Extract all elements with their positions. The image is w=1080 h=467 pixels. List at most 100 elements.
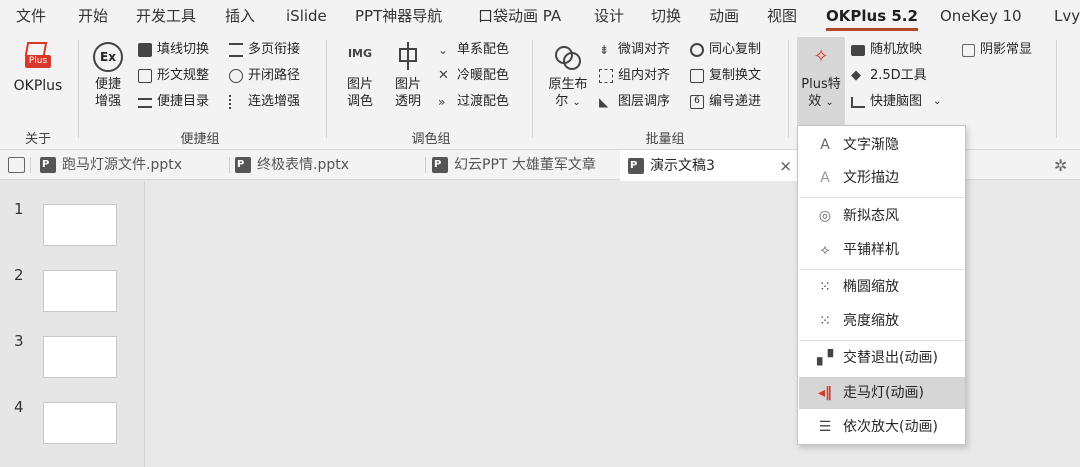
group-label-convenient: 便捷组 [180, 132, 220, 147]
button-label: 2.5D工具 [870, 68, 927, 83]
number-increment-button[interactable]: 6 编号递进 [690, 91, 761, 113]
convenient-enhance-button[interactable]: Ex 便捷 增强 [86, 42, 130, 110]
pptx-file-icon [40, 150, 56, 180]
slide-number: 4 [14, 398, 24, 416]
mind-map-icon [851, 96, 865, 108]
random-slideshow-button[interactable]: 随机放映 [851, 39, 922, 61]
dropdown-item-tile-mockup[interactable]: ⟡ 平铺样机 [799, 234, 965, 266]
okplus-button[interactable]: Plus OKPlus [10, 42, 66, 95]
doc-tab-1[interactable]: 跑马灯源文件.pptx [38, 150, 228, 180]
single-color-button[interactable]: ⌄ 单系配色 [438, 39, 509, 61]
item-label: 走马灯(动画) [843, 385, 924, 401]
item-label: 文字渐隐 [843, 137, 899, 153]
doc-tab-2[interactable]: 终极表情.pptx [235, 150, 425, 180]
multi-select-enhance-button[interactable]: 连选增强 [229, 91, 300, 113]
okplus-logo-icon: Plus [22, 42, 54, 72]
item-label: 依次放大(动画) [843, 419, 938, 435]
new-tab-icon[interactable] [8, 157, 25, 173]
item-label: 新拟态风 [843, 208, 899, 224]
dropdown-item-sequential-zoom[interactable]: ☰ 依次放大(动画) [799, 411, 965, 443]
pic-color-label-1: 图片 [346, 77, 373, 92]
gradient-color-button[interactable]: » 过渡配色 [438, 91, 509, 113]
concentric-copy-button[interactable]: 同心复制 [690, 39, 761, 61]
fine-align-button[interactable]: ⇟ 微调对齐 [599, 39, 670, 61]
close-tab-icon[interactable]: × [779, 151, 792, 181]
menu-ppt-nav[interactable]: PPT神器导航 [355, 0, 442, 32]
marquee-icon: ◂‖ [817, 385, 833, 401]
layer-icon: ◣ [599, 95, 609, 109]
convenient-label-1: 便捷 [94, 77, 121, 92]
slide-thumbnail-2[interactable] [43, 270, 117, 312]
slide-number: 3 [14, 332, 24, 350]
menu-view[interactable]: 视图 [767, 0, 797, 32]
open-close-path-button[interactable]: 开闭路径 [229, 65, 300, 87]
multi-page-link-button[interactable]: 多页衔接 [229, 39, 300, 61]
picture-transparent-button[interactable]: 图片 透明 [386, 42, 430, 110]
number-icon: 6 [690, 95, 704, 109]
dropdown-item-brightness-zoom[interactable]: ⁙ 亮度缩放 [799, 305, 965, 337]
mind-map-button[interactable]: 快捷脑图 ⌄ [851, 91, 941, 113]
item-label: 文形描边 [843, 170, 899, 186]
menu-animations[interactable]: 动画 [709, 0, 739, 32]
item-label: 平铺样机 [843, 242, 899, 258]
fill-line-switch-button[interactable]: 填线切换 [138, 39, 209, 61]
select-icon [229, 95, 243, 109]
dropdown-item-alternate-exit[interactable]: ▖▘ 交替退出(动画) [799, 342, 965, 374]
dropdown-item-ellipse-zoom[interactable]: ⁙ 椭圆缩放 [799, 271, 965, 303]
dropdown-item-marquee[interactable]: ◂‖ 走马灯(动画) [799, 377, 965, 409]
plus-effects-label-2: 效 [808, 94, 822, 109]
copy-replace-text-button[interactable]: 复制换文 [690, 65, 761, 87]
slide-thumbnail-4[interactable] [43, 402, 117, 444]
layer-order-button[interactable]: ◣ 图层调序 [599, 91, 670, 113]
pin-icon[interactable]: ✲ [1054, 156, 1067, 175]
chevron-down-icon: ⌄ [933, 96, 942, 107]
menu-transitions[interactable]: 切换 [651, 0, 681, 32]
slide-thumbnail-3[interactable] [43, 336, 117, 378]
menu-home[interactable]: 开始 [78, 0, 108, 32]
button-label: 连选增强 [248, 94, 301, 109]
button-label: 过渡配色 [457, 94, 510, 109]
outline-a-icon: A [820, 170, 830, 186]
menu-file[interactable]: 文件 [16, 0, 46, 32]
slide-number: 1 [14, 200, 24, 218]
chevron-down-icon: ⌄ [572, 97, 581, 108]
button-label: 单系配色 [457, 42, 510, 57]
menu-developer[interactable]: 开发工具 [136, 0, 196, 32]
plus-effects-button[interactable]: ✧ Plus特 效 ⌄ [797, 37, 845, 125]
button-label: 快捷脑图 [870, 94, 923, 109]
menu-onekey[interactable]: OneKey 10 [940, 0, 1022, 32]
menu-insert[interactable]: 插入 [225, 0, 255, 32]
native-boolean-button[interactable]: 原生布 尔 ⌄ [542, 42, 594, 111]
shape-text-align-button[interactable]: 形文规整 [138, 65, 209, 87]
convenient-toc-button[interactable]: 便捷目录 [138, 91, 209, 113]
warm-cold-color-button[interactable]: ✕ 冷暖配色 [438, 65, 509, 87]
menu-okplus[interactable]: OKPlus 5.2 [826, 0, 918, 32]
tile-icon: ⟡ [820, 242, 830, 258]
shadow-always-show-checkbox[interactable]: 阴影常显 [962, 39, 1032, 61]
menu-design[interactable]: 设计 [594, 0, 624, 32]
copy-text-icon [690, 69, 704, 83]
transparency-icon [395, 42, 421, 72]
pptx-file-icon [628, 151, 644, 181]
slide-thumbnail-panel: 1 2 3 4 [0, 181, 145, 467]
menu-pocket-animation[interactable]: 口袋动画 PA [478, 0, 561, 32]
25d-tool-button[interactable]: ◆ 2.5D工具 [851, 65, 927, 87]
dropdown-item-text-fade[interactable]: A 文字渐隐 [799, 129, 965, 161]
doc-tab-4[interactable]: 演示文稿3 × [620, 150, 798, 181]
cross-icon: ✕ [438, 68, 449, 83]
pic-alpha-label-1: 图片 [394, 77, 421, 92]
button-label: 形文规整 [157, 68, 210, 83]
tab-divider [425, 157, 426, 173]
menu-lvyh[interactable]: Lvyh [1054, 0, 1080, 32]
doc-tab-3[interactable]: 幻云PPT 大雄董军文章 [432, 150, 620, 180]
group-separator [532, 40, 533, 138]
dropdown-item-neumorphism[interactable]: ◎ 新拟态风 [799, 200, 965, 232]
neumorphism-icon: ◎ [818, 208, 832, 224]
group-align-button[interactable]: 组内对齐 [599, 65, 670, 87]
picture-color-button[interactable]: IMG 图片 调色 [338, 42, 382, 110]
button-label: 冷暖配色 [457, 68, 510, 83]
dropdown-item-text-outline[interactable]: A 文形描边 [799, 162, 965, 194]
menu-islide[interactable]: iSlide [286, 0, 327, 32]
dropdown-separator [799, 197, 965, 198]
slide-thumbnail-1[interactable] [43, 204, 117, 246]
